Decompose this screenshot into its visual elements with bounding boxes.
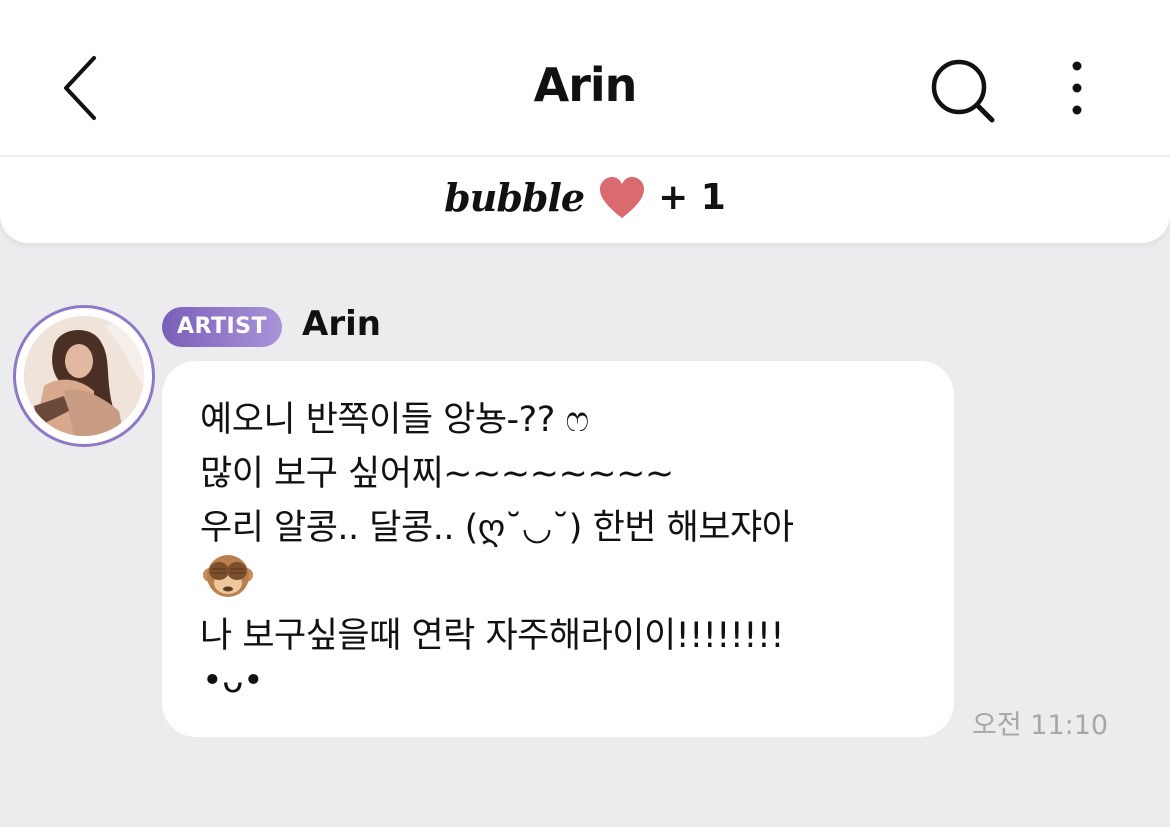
bubble-brand-label: bubble xyxy=(444,175,585,220)
message-line: 나 보구싶을때 연락 자주해라이이!!!!!!!! xyxy=(200,616,784,656)
message-bubble[interactable]: 예오니 반쪽이들 앙뇽-?? ෆ 많이 보구 싶어찌~~~~~~~~ 우리 알콩… xyxy=(162,361,954,737)
chat-header: Arin xyxy=(0,0,1170,155)
more-options-button[interactable] xyxy=(1056,56,1098,122)
search-icon xyxy=(931,59,995,123)
artist-badge: ARTIST xyxy=(162,307,282,347)
bubble-heart-content: bubble + 1 xyxy=(0,175,1170,220)
more-vertical-icon xyxy=(1072,61,1082,115)
bubble-heart-bar[interactable]: bubble + 1 xyxy=(0,157,1170,243)
message-line: 예오니 반쪽이들 앙뇽-?? ෆ xyxy=(200,400,589,440)
message-timestamp: 오전 11:10 xyxy=(972,710,1109,741)
avatar-photo xyxy=(24,316,144,436)
search-button[interactable] xyxy=(926,54,1002,130)
message-line: •ᴗ• xyxy=(202,661,264,701)
message-line: 우리 알콩.. 달콩.. (ღ˘◡˘) 한번 해보쟈아 xyxy=(200,508,794,548)
heart-count: + 1 xyxy=(658,177,726,218)
see-no-evil-monkey-icon xyxy=(202,549,254,601)
sender-avatar[interactable] xyxy=(13,305,155,447)
sender-name: Arin xyxy=(302,304,381,344)
heart-icon xyxy=(600,176,645,218)
message-line: 많이 보구 싶어찌~~~~~~~~ xyxy=(200,454,674,494)
